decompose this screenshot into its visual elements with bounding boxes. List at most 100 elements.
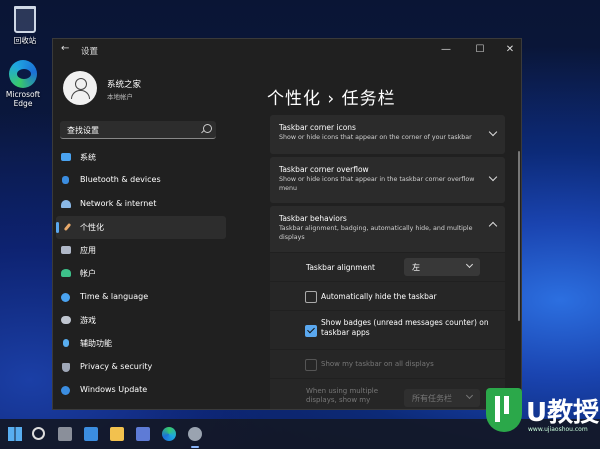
sidebar-item-system[interactable]: 系统: [53, 146, 228, 169]
desktop-icon-label: 回收站: [13, 36, 37, 45]
logo-stripe: [504, 396, 509, 414]
sidebar-item-gaming[interactable]: 游戏: [53, 309, 228, 332]
profile-name: 系统之家: [107, 80, 142, 90]
wifi-icon: [61, 199, 71, 208]
desktop-icon-recycle-bin[interactable]: 回收站: [2, 4, 48, 46]
setting-label: Taskbar alignment: [306, 263, 375, 272]
setting-label: Show badges (unread messages counter) on…: [321, 318, 489, 338]
start-icon[interactable]: [8, 427, 22, 441]
brush-icon: [63, 222, 72, 231]
settings-gear-icon[interactable]: [188, 427, 202, 448]
settings-window: ← 设置 — ☐ ✕ 系统之家 本地帐户 查找设置 系统 Bluetooth &…: [52, 38, 522, 410]
sidebar-item-windows-update[interactable]: Windows Update: [53, 379, 228, 402]
setting-label: Automatically hide the taskbar: [321, 292, 437, 301]
chevron-down-icon[interactable]: [488, 127, 498, 137]
widgets-icon[interactable]: [84, 427, 98, 441]
watermark-logo: U教授 www.ujiaoshou.com: [482, 388, 600, 449]
sidebar-item-personalization[interactable]: 个性化: [56, 215, 226, 240]
sidebar-item-accessibility[interactable]: 辅助功能: [53, 332, 228, 355]
search-input[interactable]: 查找设置: [60, 121, 216, 139]
sidebar-item-time-language[interactable]: Time & language: [53, 286, 228, 309]
edge-icon: [9, 60, 37, 88]
chevron-up-icon[interactable]: [488, 221, 498, 231]
sidebar-item-label: 个性化: [80, 222, 104, 232]
sidebar-item-apps[interactable]: 应用: [53, 239, 228, 262]
sidebar-item-label: Time & language: [80, 291, 149, 301]
card-title: Taskbar corner overflow: [279, 165, 369, 174]
sidebar-nav: 系统 Bluetooth & devices Network & interne…: [53, 146, 228, 402]
settings-content: Taskbar corner icons Show or hide icons …: [270, 115, 506, 409]
sidebar-item-label: Network & internet: [80, 198, 157, 208]
dropdown-value: 所有任务栏: [412, 394, 452, 403]
chevron-down-icon: [465, 391, 474, 400]
all-displays-checkbox[interactable]: [305, 359, 317, 371]
desktop-icon-label: Microsoft Edge: [5, 90, 41, 108]
task-view-icon[interactable]: [58, 427, 72, 441]
watermark-text: U教授: [526, 398, 600, 428]
search-input-value: 查找设置: [67, 126, 99, 135]
sidebar-item-label: 帐户: [80, 269, 96, 279]
gamepad-icon: [61, 316, 71, 325]
chevron-down-icon[interactable]: [488, 172, 498, 182]
person-icon: [75, 78, 87, 90]
sidebar-item-label: 系统: [80, 153, 96, 162]
person-icon: [61, 269, 71, 278]
multi-display-dropdown[interactable]: 所有任务栏: [404, 389, 480, 407]
monitor-icon: [61, 153, 71, 161]
person-icon-body: [71, 90, 90, 99]
desktop-icon-edge[interactable]: Microsoft Edge: [0, 60, 46, 108]
setting-all-displays: Show my taskbar on all displays: [270, 350, 505, 378]
sidebar-item-accounts[interactable]: 帐户: [53, 262, 228, 285]
card-description: Show or hide icons that appear on the co…: [279, 134, 472, 141]
shield-icon: [62, 362, 70, 372]
file-explorer-icon[interactable]: [110, 427, 124, 441]
avatar[interactable]: [63, 71, 97, 105]
page-title: 个性化 › 任务栏: [267, 89, 396, 109]
shield-logo-icon: [486, 388, 522, 432]
accessibility-icon: [63, 339, 69, 348]
card-taskbar-corner-icons[interactable]: Taskbar corner icons Show or hide icons …: [270, 115, 505, 154]
show-badges-checkbox[interactable]: [305, 325, 317, 337]
logo-stripe: [495, 396, 500, 422]
setting-label: Show my taskbar on all displays: [321, 360, 434, 368]
auto-hide-checkbox[interactable]: [305, 291, 317, 303]
card-title: Taskbar behaviors: [279, 214, 347, 223]
scrollbar[interactable]: [518, 151, 520, 321]
alignment-dropdown[interactable]: 左: [404, 258, 480, 276]
search-icon[interactable]: [203, 124, 212, 133]
sidebar-item-privacy[interactable]: Privacy & security: [53, 356, 228, 379]
window-title: 设置: [81, 47, 99, 57]
sidebar-item-label: 应用: [80, 246, 96, 256]
search-icon[interactable]: [32, 427, 45, 440]
back-arrow-icon[interactable]: ←: [61, 43, 69, 54]
dropdown-value: 左: [412, 263, 420, 272]
sidebar-item-label: Windows Update: [80, 384, 148, 394]
sidebar-item-bluetooth[interactable]: Bluetooth & devices: [53, 169, 228, 192]
card-title: Taskbar corner icons: [279, 123, 356, 132]
minimize-button[interactable]: —: [435, 42, 457, 58]
edge-icon[interactable]: [162, 427, 176, 441]
profile-subtitle: 本地帐户: [107, 93, 133, 101]
setting-multi-display: When using multiple displays, show my 所有…: [270, 379, 505, 409]
sidebar-item-network[interactable]: Network & internet: [53, 193, 228, 216]
sidebar-item-label: 游戏: [80, 316, 96, 326]
bluetooth-icon: [62, 176, 69, 185]
setting-show-badges: Show badges (unread messages counter) on…: [270, 311, 505, 349]
setting-auto-hide: Automatically hide the taskbar: [270, 282, 505, 310]
close-button[interactable]: ✕: [499, 42, 521, 58]
card-taskbar-corner-overflow[interactable]: Taskbar corner overflow Show or hide ico…: [270, 157, 505, 203]
setting-label: When using multiple displays, show my: [306, 387, 379, 405]
recycle-bin-icon: [14, 6, 36, 33]
title-bar: ← 设置 — ☐ ✕: [53, 39, 521, 61]
maximize-button[interactable]: ☐: [469, 42, 491, 58]
card-description: Taskbar alignment, badging, automaticall…: [279, 225, 473, 241]
chevron-down-icon: [465, 260, 474, 269]
store-icon[interactable]: [136, 427, 150, 441]
card-taskbar-behaviors[interactable]: Taskbar behaviors Taskbar alignment, bad…: [270, 206, 505, 252]
apps-icon: [61, 246, 71, 255]
sidebar-item-label: Bluetooth & devices: [80, 175, 161, 185]
sidebar-item-label: 辅助功能: [80, 339, 112, 349]
setting-taskbar-alignment: Taskbar alignment 左: [270, 253, 505, 281]
sidebar-item-label: Privacy & security: [80, 361, 153, 371]
card-description: Show or hide icons that appear in the ta…: [279, 176, 475, 192]
